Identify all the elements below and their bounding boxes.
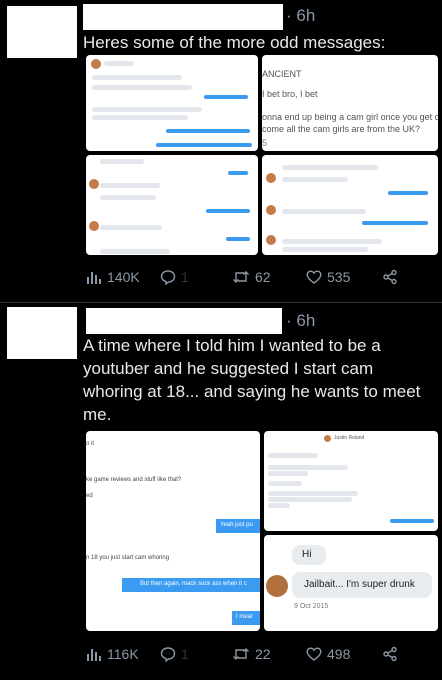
sender-avatar bbox=[266, 575, 288, 597]
reply-button[interactable]: 1 bbox=[160, 269, 189, 285]
tweet-1[interactable]: · 6h Heres some of the more odd messages… bbox=[0, 0, 442, 300]
chat-message: Jailbait... I'm super drunk bbox=[304, 579, 415, 590]
screenshot-text-line: o it bbox=[86, 441, 95, 447]
reply-count: 1 bbox=[181, 646, 189, 662]
avatar-redacted[interactable] bbox=[7, 6, 77, 58]
screenshot-text-line: ke game reviews and stuff like that? bbox=[86, 477, 182, 483]
views-icon bbox=[87, 649, 101, 661]
heart-icon bbox=[306, 647, 322, 661]
tweet-actions: 116K 1 22 498 bbox=[86, 646, 426, 666]
reply-button[interactable]: 1 bbox=[160, 646, 189, 662]
media-screenshot-4[interactable] bbox=[262, 155, 438, 255]
like-button[interactable]: 535 bbox=[306, 269, 350, 285]
tweet-text: A time where I told him I wanted to be a… bbox=[83, 336, 421, 424]
retweet-count: 22 bbox=[255, 646, 271, 662]
tweet-timestamp[interactable]: · 6h bbox=[286, 311, 315, 331]
retweet-button[interactable]: 22 bbox=[232, 646, 271, 662]
screenshot-text-line: n 18 you just start cam whoring bbox=[86, 555, 170, 561]
views-count: 140K bbox=[107, 269, 140, 285]
views-count: 116K bbox=[107, 646, 139, 662]
retweet-icon bbox=[233, 648, 249, 660]
chat-date: 9 Oct 2015 bbox=[294, 603, 329, 610]
like-count: 535 bbox=[327, 269, 351, 285]
share-button[interactable] bbox=[382, 269, 398, 285]
views-button[interactable]: 116K bbox=[86, 646, 139, 662]
views-button[interactable]: 140K bbox=[86, 269, 140, 285]
screenshot-text-line: I bet bro, I bet bbox=[262, 89, 318, 99]
like-count: 498 bbox=[327, 646, 351, 662]
screenshot-text-line: Yeah just pu bbox=[220, 522, 253, 528]
media-screenshot-3[interactable]: Hi Jailbait... I'm super drunk 9 Oct 201… bbox=[264, 535, 438, 631]
tweet-media[interactable]: o it ke game reviews and stuff like that… bbox=[86, 431, 438, 631]
reply-icon bbox=[160, 270, 176, 285]
media-screenshot-2[interactable]: Justin Roland bbox=[264, 431, 438, 531]
screenshot-text-line: come all the cam girls are from the UK? bbox=[262, 124, 421, 134]
screenshot-text-line: ANCIENT bbox=[262, 69, 302, 79]
tweet-media[interactable]: ANCIENT I bet bro, I bet onna end up bei… bbox=[86, 55, 438, 255]
tweet-text: Heres some of the more odd messages: bbox=[83, 33, 386, 52]
tweet-actions: 140K 1 62 535 bbox=[86, 269, 426, 289]
retweet-button[interactable]: 62 bbox=[232, 269, 271, 285]
heart-icon bbox=[306, 270, 322, 284]
share-icon bbox=[383, 269, 397, 285]
screenshot-text-line: ed bbox=[86, 493, 93, 499]
like-button[interactable]: 498 bbox=[306, 646, 350, 662]
reply-icon bbox=[160, 647, 176, 662]
screenshot-text-line: 5 bbox=[262, 138, 268, 148]
screenshot-text-line: I mear bbox=[236, 614, 254, 620]
views-icon bbox=[87, 272, 101, 284]
avatar-redacted[interactable] bbox=[7, 307, 77, 359]
tweet-2[interactable]: · 6h A time where I told him I wanted to… bbox=[0, 303, 442, 680]
screenshot-text-line: But then again, mack suck ass when it c bbox=[140, 581, 247, 587]
media-screenshot-3[interactable] bbox=[86, 155, 258, 255]
retweet-count: 62 bbox=[255, 269, 271, 285]
media-screenshot-1[interactable] bbox=[86, 55, 258, 151]
screenshot-header: Justin Roland bbox=[334, 435, 365, 441]
reply-count: 1 bbox=[181, 269, 189, 285]
share-button[interactable] bbox=[382, 646, 398, 662]
media-screenshot-2[interactable]: ANCIENT I bet bro, I bet onna end up bei… bbox=[262, 55, 438, 151]
tweet-timestamp[interactable]: · 6h bbox=[286, 6, 315, 26]
screenshot-text-line: onna end up being a cam girl once you ge… bbox=[262, 112, 438, 122]
username-redacted[interactable] bbox=[86, 308, 282, 334]
media-screenshot-1[interactable]: o it ke game reviews and stuff like that… bbox=[86, 431, 260, 631]
retweet-icon bbox=[233, 271, 249, 283]
username-redacted[interactable] bbox=[83, 4, 283, 30]
share-icon bbox=[383, 646, 397, 662]
chat-greeting: Hi bbox=[302, 549, 312, 560]
